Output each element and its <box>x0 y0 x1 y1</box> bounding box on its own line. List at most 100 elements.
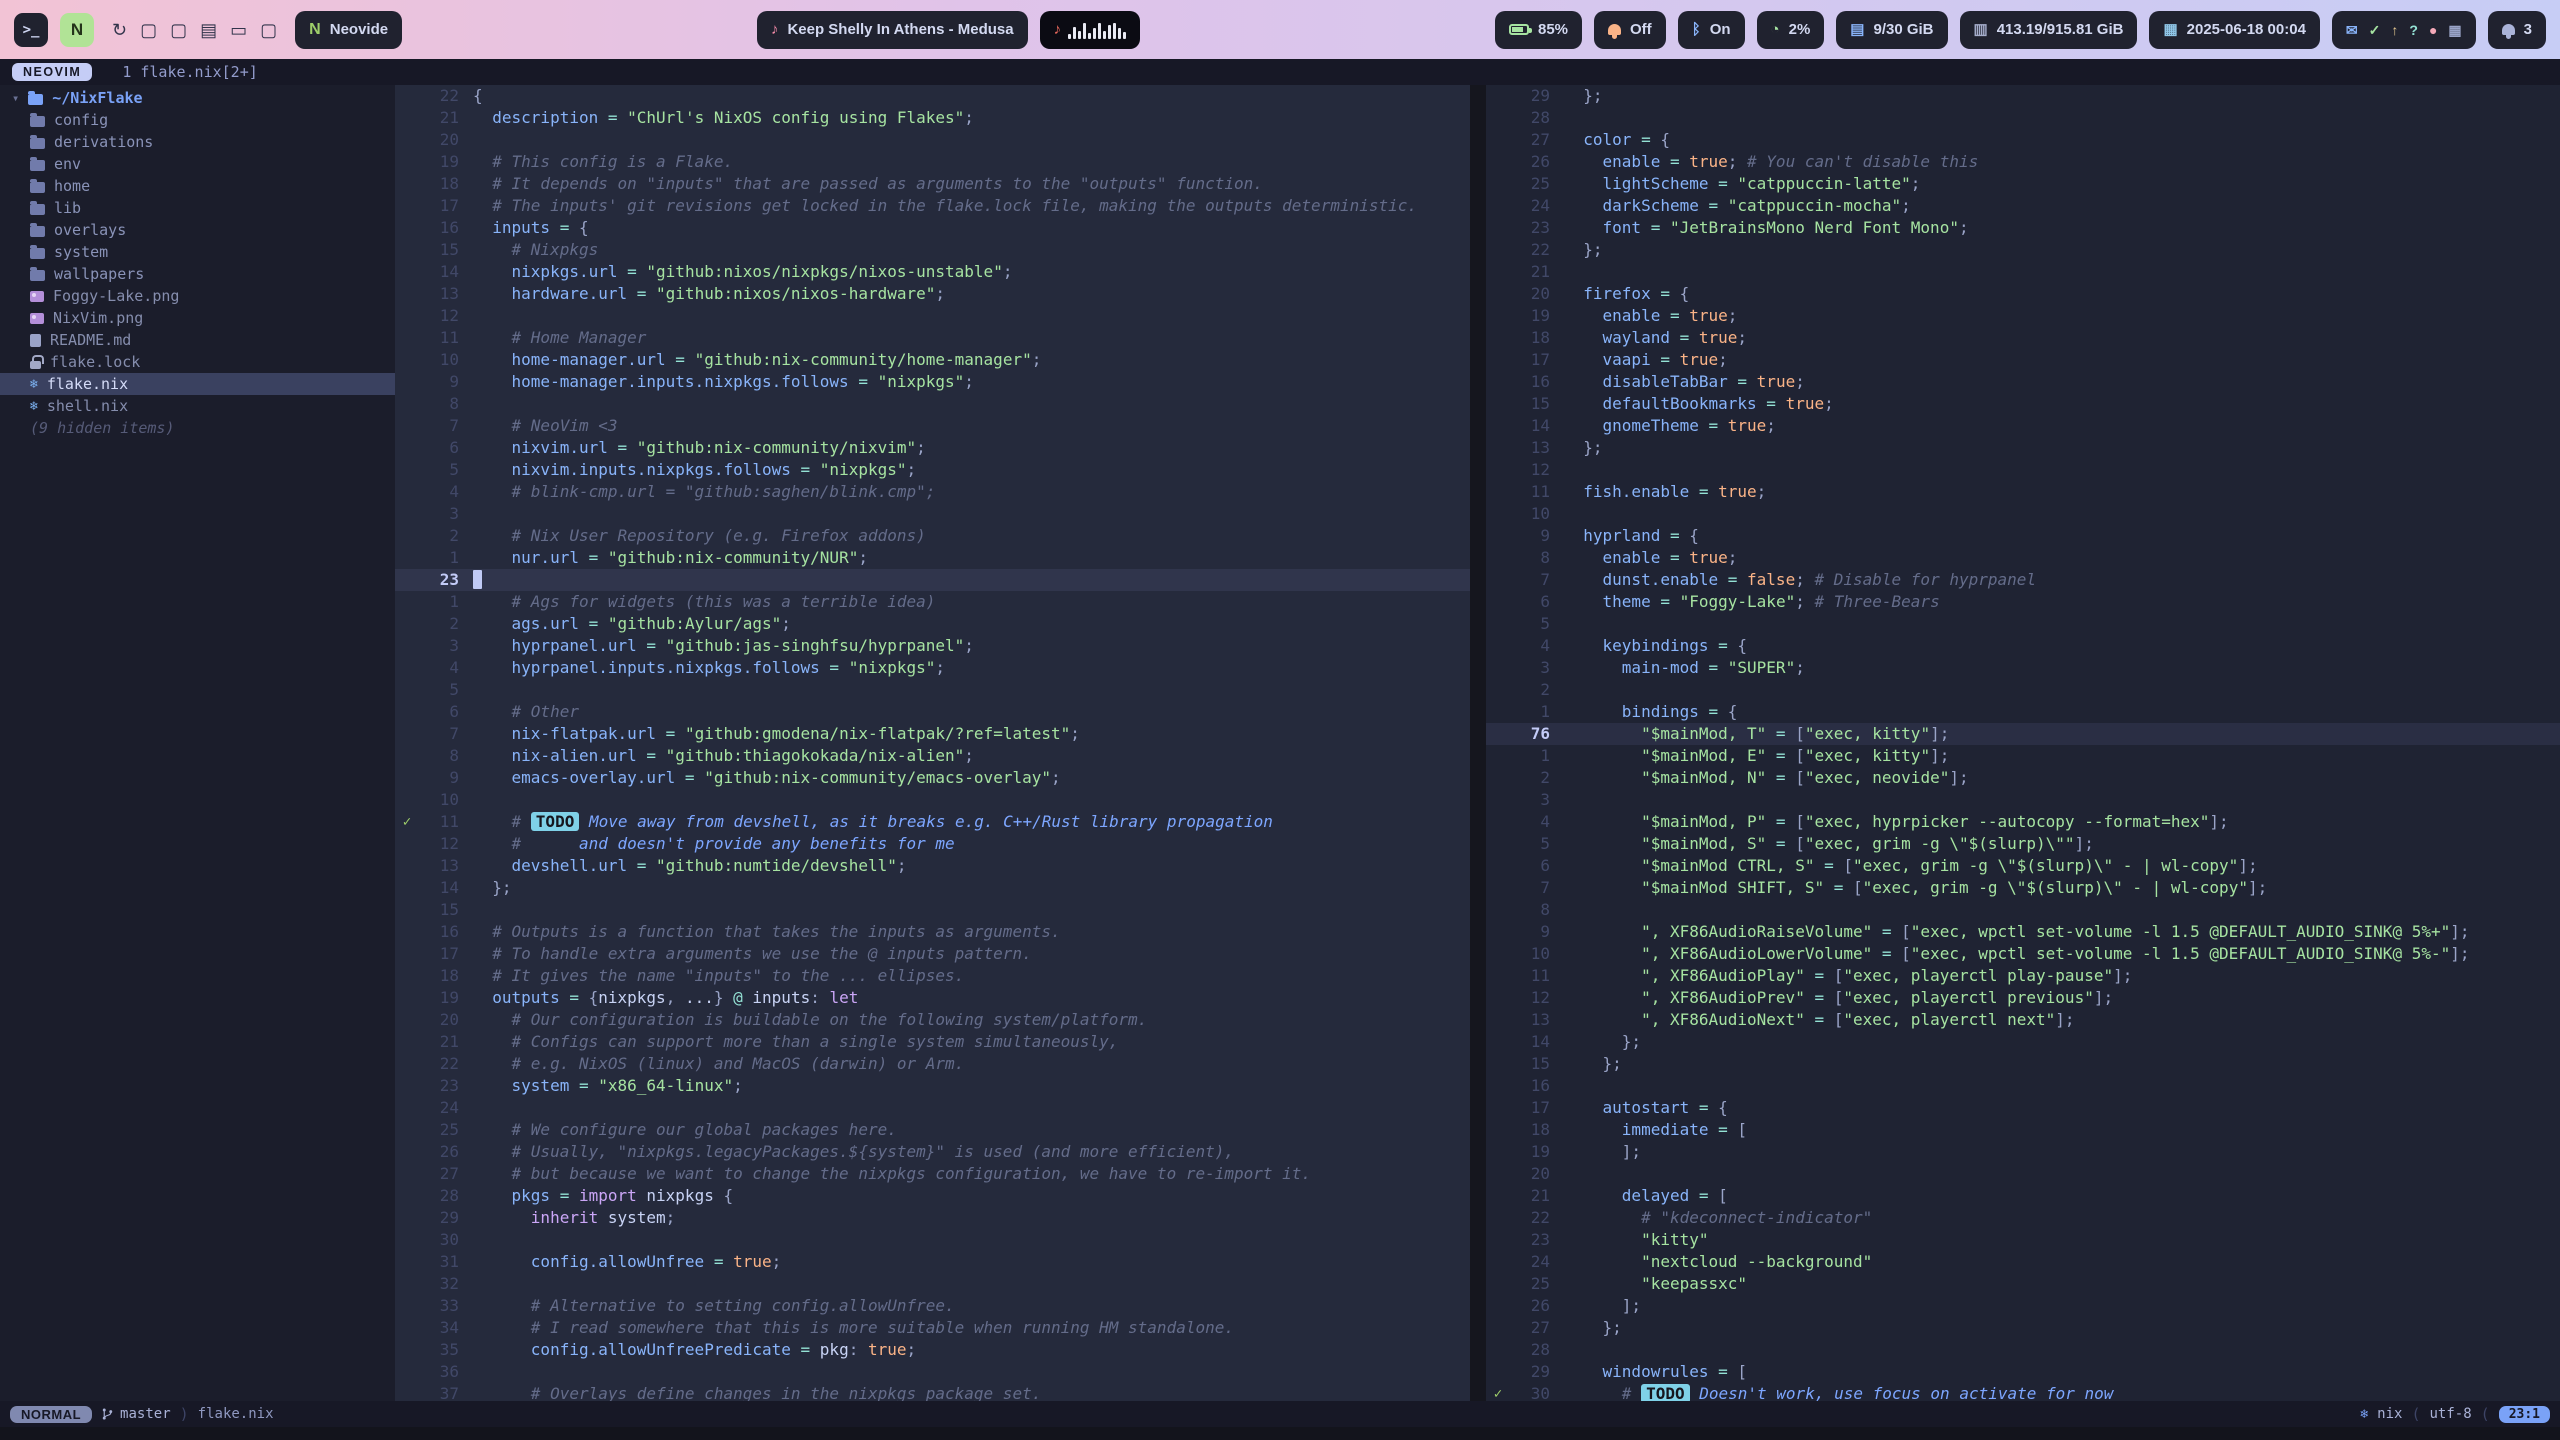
tree-item-home[interactable]: home <box>0 175 395 197</box>
code-line[interactable]: 29 windowrules = [ <box>1486 1361 2560 1383</box>
code-line[interactable]: 1 # Ags for widgets (this was a terrible… <box>395 591 1470 613</box>
neovide-window-chip[interactable]: N Neovide <box>295 11 402 49</box>
code-line[interactable]: 30 <box>395 1229 1470 1251</box>
code-line[interactable]: 8 <box>1486 899 2560 921</box>
code-line[interactable]: 1 "$mainMod, E" = ["exec, kitty"]; <box>1486 745 2560 767</box>
code-line[interactable]: 10 ", XF86AudioLowerVolume" = ["exec, wp… <box>1486 943 2560 965</box>
code-line[interactable]: 18 wayland = true; <box>1486 327 2560 349</box>
workspace-icon[interactable]: ↻ <box>112 21 127 39</box>
code-line[interactable]: 5 <box>395 679 1470 701</box>
code-line[interactable]: 4 hyprpanel.inputs.nixpkgs.follows = "ni… <box>395 657 1470 679</box>
battery-module[interactable]: 85% <box>1495 11 1582 49</box>
code-line[interactable]: 3 hyprpanel.url = "github:jas-singhfsu/h… <box>395 635 1470 657</box>
tree-item-config[interactable]: config <box>0 109 395 131</box>
code-line[interactable]: 31 config.allowUnfree = true; <box>395 1251 1470 1273</box>
tree-item-lib[interactable]: lib <box>0 197 395 219</box>
code-line[interactable]: 21 delayed = [ <box>1486 1185 2560 1207</box>
code-line[interactable]: 14 }; <box>395 877 1470 899</box>
code-line[interactable]: 10 <box>395 789 1470 811</box>
grid-icon[interactable]: ▦ <box>2448 23 2461 37</box>
code-line[interactable]: 4 "$mainMod, P" = ["exec, hyprpicker --a… <box>1486 811 2560 833</box>
audio-visualizer-chip[interactable]: ♪ <box>1040 11 1141 49</box>
code-line[interactable]: 8 <box>395 393 1470 415</box>
code-line[interactable]: 6 # Other <box>395 701 1470 723</box>
code-line[interactable]: 15 defaultBookmarks = true; <box>1486 393 2560 415</box>
code-line[interactable]: 16 inputs = { <box>395 217 1470 239</box>
code-line[interactable]: 16 <box>1486 1075 2560 1097</box>
neovim-workspace-icon[interactable]: N <box>60 13 94 47</box>
tree-item-env[interactable]: env <box>0 153 395 175</box>
workspace-icon[interactable]: ▢ <box>260 21 277 39</box>
code-line[interactable]: 6 "$mainMod CTRL, S" = ["exec, grim -g \… <box>1486 855 2560 877</box>
code-line[interactable]: 19 enable = true; <box>1486 305 2560 327</box>
code-line[interactable]: 14 nixpkgs.url = "github:nixos/nixpkgs/n… <box>395 261 1470 283</box>
code-line[interactable]: 11 fish.enable = true; <box>1486 481 2560 503</box>
notification-count-module[interactable]: 3 <box>2488 11 2546 49</box>
code-line[interactable]: 7 dunst.enable = false; # Disable for hy… <box>1486 569 2560 591</box>
disk-module[interactable]: ▥ 413.19/915.81 GiB <box>1960 11 2138 49</box>
code-line[interactable]: 18 # It gives the name "inputs" to the .… <box>395 965 1470 987</box>
tree-item-foggy-lake.png[interactable]: Foggy-Lake.png <box>0 285 395 307</box>
code-line[interactable]: 26 # Usually, "nixpkgs.legacyPackages.${… <box>395 1141 1470 1163</box>
tree-item-flake.nix[interactable]: ❄flake.nix <box>0 373 395 395</box>
code-line[interactable]: 1 bindings = { <box>1486 701 2560 723</box>
code-line[interactable]: 15 <box>395 899 1470 921</box>
code-line[interactable]: 12 ", XF86AudioPrev" = ["exec, playerctl… <box>1486 987 2560 1009</box>
code-line[interactable]: 6 theme = "Foggy-Lake"; # Three-Bears <box>1486 591 2560 613</box>
code-line[interactable]: 21 description = "ChUrl's NixOS config u… <box>395 107 1470 129</box>
tree-item-wallpapers[interactable]: wallpapers <box>0 263 395 285</box>
code-line[interactable]: 3 <box>395 503 1470 525</box>
tree-item-system[interactable]: system <box>0 241 395 263</box>
code-line[interactable]: 9 emacs-overlay.url = "github:nix-commun… <box>395 767 1470 789</box>
code-line[interactable]: ✓30 # TODO Doesn't work, use focus_on_ac… <box>1486 1383 2560 1401</box>
window-separator[interactable] <box>1470 85 1486 1401</box>
code-line[interactable]: 22 }; <box>1486 239 2560 261</box>
mail-icon[interactable]: ✉ <box>2346 23 2358 37</box>
code-line[interactable]: 28 <box>1486 1339 2560 1361</box>
status-dot-icon[interactable]: ● <box>2429 23 2437 37</box>
notifications-module[interactable]: Off <box>1594 11 1666 49</box>
code-line[interactable]: 12 # and doesn't provide any benefits fo… <box>395 833 1470 855</box>
code-line[interactable]: 25 # We configure our global packages he… <box>395 1119 1470 1141</box>
code-line[interactable]: 26 ]; <box>1486 1295 2560 1317</box>
code-line[interactable]: 15 }; <box>1486 1053 2560 1075</box>
code-line[interactable]: 9 ", XF86AudioRaiseVolume" = ["exec, wpc… <box>1486 921 2560 943</box>
code-line[interactable]: 27 # but because we want to change the n… <box>395 1163 1470 1185</box>
code-line[interactable]: 10 <box>1486 503 2560 525</box>
code-line[interactable]: 36 <box>395 1361 1470 1383</box>
code-line[interactable]: 21 <box>1486 261 2560 283</box>
code-line[interactable]: 5 nixvim.inputs.nixpkgs.follows = "nixpk… <box>395 459 1470 481</box>
tree-item-overlays[interactable]: overlays <box>0 219 395 241</box>
workspace-icon[interactable]: ▢ <box>140 21 157 39</box>
code-line[interactable]: 18 # It depends on "inputs" that are pas… <box>395 173 1470 195</box>
code-line[interactable]: 5 "$mainMod, S" = ["exec, grim -g \"$(sl… <box>1486 833 2560 855</box>
code-line[interactable]: 9 home-manager.inputs.nixpkgs.follows = … <box>395 371 1470 393</box>
code-line[interactable]: 37 # Overlays define changes in the nixp… <box>395 1383 1470 1401</box>
code-line[interactable]: 32 <box>395 1273 1470 1295</box>
code-line[interactable]: 22{ <box>395 85 1470 107</box>
code-line[interactable]: 1 nur.url = "github:nix-community/NUR"; <box>395 547 1470 569</box>
code-line[interactable]: 21 # Configs can support more than a sin… <box>395 1031 1470 1053</box>
code-line[interactable]: 27 }; <box>1486 1317 2560 1339</box>
code-line[interactable]: 22 # "kdeconnect-indicator" <box>1486 1207 2560 1229</box>
code-line[interactable]: 18 immediate = [ <box>1486 1119 2560 1141</box>
code-line[interactable]: 4 # blink-cmp.url = "github:saghen/blink… <box>395 481 1470 503</box>
code-line[interactable]: 23 font = "JetBrainsMono Nerd Font Mono"… <box>1486 217 2560 239</box>
code-line[interactable]: 29 }; <box>1486 85 2560 107</box>
code-line[interactable]: 9 hyprland = { <box>1486 525 2560 547</box>
media-player-chip[interactable]: ♪ Keep Shelly In Athens - Medusa <box>757 11 1028 49</box>
code-line[interactable]: 14 }; <box>1486 1031 2560 1053</box>
code-line[interactable]: 20 firefox = { <box>1486 283 2560 305</box>
code-line[interactable]: 3 main-mod = "SUPER"; <box>1486 657 2560 679</box>
code-line[interactable]: 26 enable = true; # You can't disable th… <box>1486 151 2560 173</box>
code-line[interactable]: 27 color = { <box>1486 129 2560 151</box>
tree-item-shell.nix[interactable]: ❄shell.nix <box>0 395 395 417</box>
buffer-tab[interactable]: 1 flake.nix[2+] <box>122 63 257 81</box>
code-line[interactable]: 10 home-manager.url = "github:nix-commun… <box>395 349 1470 371</box>
code-line[interactable]: 11 # Home Manager <box>395 327 1470 349</box>
code-line[interactable]: 25 lightScheme = "catppuccin-latte"; <box>1486 173 2560 195</box>
code-line[interactable]: 17 # To handle extra arguments we use th… <box>395 943 1470 965</box>
code-line[interactable]: 19 ]; <box>1486 1141 2560 1163</box>
code-line[interactable]: 16 disableTabBar = true; <box>1486 371 2560 393</box>
code-line[interactable]: 14 gnomeTheme = true; <box>1486 415 2560 437</box>
